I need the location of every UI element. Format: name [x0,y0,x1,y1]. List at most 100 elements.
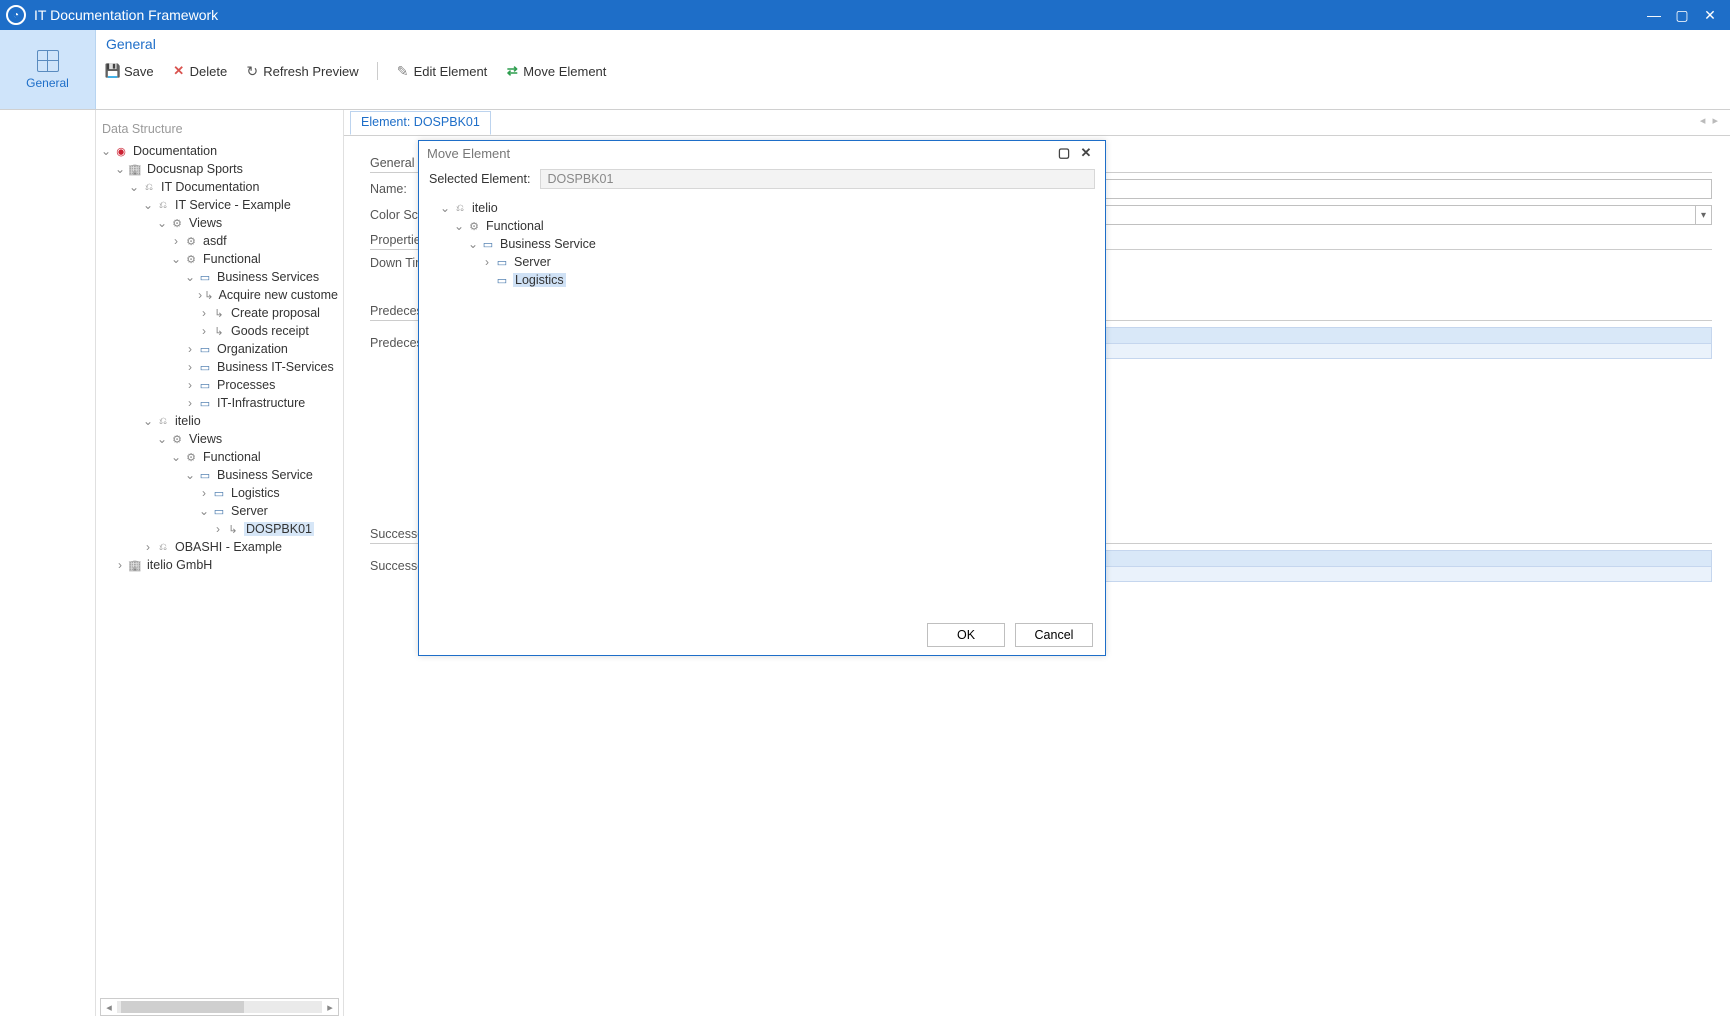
main-area: Data Structure ◉ Documentation Docusnap … [0,110,1730,1016]
expand-icon[interactable] [170,450,182,464]
element-icon [495,256,509,268]
tab-element[interactable]: Element: DOSPBK01 [350,111,491,135]
expand-icon[interactable] [184,270,196,284]
tree-node-functional-2[interactable]: Functional [100,448,339,466]
tree-node-dospbk01[interactable]: DOSPBK01 [100,520,339,538]
expand-icon[interactable] [184,342,196,356]
scroll-track[interactable] [117,1001,322,1013]
expand-icon[interactable] [198,306,210,320]
tree-node-itelio-gmbh[interactable]: itelio GmbH [100,556,339,574]
expand-icon[interactable] [198,486,210,500]
expand-icon[interactable] [114,558,126,572]
tree-node-business-services[interactable]: Business Services [100,268,339,286]
app-title: IT Documentation Framework [34,7,218,23]
move-element-button[interactable]: ⇄ Move Element [505,64,606,79]
expand-icon[interactable] [142,414,154,428]
dialog-target-tree[interactable]: itelio Functional Business Service Serve… [419,193,1105,615]
refresh-label: Refresh Preview [263,64,358,79]
window-minimize-button[interactable]: — [1640,0,1668,30]
expand-icon[interactable] [481,255,493,269]
save-button[interactable]: Save [106,64,154,79]
dialog-cancel-button[interactable]: Cancel [1015,623,1093,647]
expand-icon[interactable] [170,234,182,248]
expand-icon[interactable] [453,219,465,233]
window-close-button[interactable]: ✕ [1696,0,1724,30]
tree-node-asdf[interactable]: asdf [100,232,339,250]
dialog-close-button[interactable]: ✕ [1075,145,1097,161]
tree-node-goods-receipt[interactable]: Goods receipt [100,322,339,340]
group-icon [198,469,212,481]
tree-horizontal-scrollbar[interactable]: ◂ ▸ [100,998,339,1016]
tree-node-it-service-example[interactable]: IT Service - Example [100,196,339,214]
dialog-selected-row: Selected Element: DOSPBK01 [419,165,1105,193]
expand-icon[interactable] [212,522,224,536]
delete-icon: ✕ [172,64,186,78]
process-icon [212,307,226,319]
data-structure-tree[interactable]: ◉ Documentation Docusnap Sports IT Docum… [100,142,339,994]
tree-node-processes[interactable]: Processes [100,376,339,394]
expand-icon[interactable] [114,162,126,176]
tree-node-views[interactable]: Views [100,214,339,232]
tree-node-itelio[interactable]: itelio [100,412,339,430]
group-icon [198,343,212,355]
scroll-thumb[interactable] [121,1001,244,1013]
expand-icon[interactable] [128,180,140,194]
expand-icon[interactable] [156,216,168,230]
tree-node-logistics[interactable]: Logistics [100,484,339,502]
tree-node-obashi[interactable]: OBASHI - Example [100,538,339,556]
process-icon [212,325,226,337]
dialog-node-server[interactable]: Server [439,253,1095,271]
refresh-preview-button[interactable]: Refresh Preview [245,64,358,79]
expand-icon[interactable] [184,468,196,482]
tree-node-acquire[interactable]: Acquire new custome [100,286,339,304]
window-maximize-button[interactable]: ▢ [1668,0,1696,30]
tree-node-business-it-services[interactable]: Business IT-Services [100,358,339,376]
expand-icon[interactable] [142,198,154,212]
expand-icon[interactable] [156,432,168,446]
element-icon [226,523,240,535]
tree-node-functional[interactable]: Functional [100,250,339,268]
expand-icon[interactable] [142,540,154,554]
delete-button[interactable]: ✕ Delete [172,64,228,79]
tree-label: Business IT-Services [216,360,335,374]
dialog-maximize-button[interactable]: ▢ [1053,145,1075,161]
tree-node-business-service[interactable]: Business Service [100,466,339,484]
edit-element-button[interactable]: Edit Element [396,64,488,79]
expand-icon[interactable] [198,504,210,518]
tree-label: itelio [174,414,202,428]
dialog-node-business-service[interactable]: Business Service [439,235,1095,253]
dialog-ok-button[interactable]: OK [927,623,1005,647]
expand-icon[interactable] [198,288,202,302]
expand-icon[interactable] [198,324,210,338]
expand-icon[interactable] [184,360,196,374]
dialog-node-itelio[interactable]: itelio [439,199,1095,217]
ribbon-tab-general[interactable]: General [106,36,1720,52]
expand-icon[interactable] [184,378,196,392]
dialog-node-logistics[interactable]: Logistics [439,271,1095,289]
save-label: Save [124,64,154,79]
tree-node-docusnap-sports[interactable]: Docusnap Sports [100,160,339,178]
dropdown-icon[interactable]: ▾ [1696,205,1712,225]
tree-node-documentation[interactable]: ◉ Documentation [100,142,339,160]
ribbon-side-tab[interactable]: General [0,30,96,109]
tree-label: Documentation [132,144,218,158]
tree-node-it-documentation[interactable]: IT Documentation [100,178,339,196]
expand-icon[interactable] [184,396,196,410]
dialog-node-functional[interactable]: Functional [439,217,1095,235]
tree-node-create-proposal[interactable]: Create proposal [100,304,339,322]
group-icon [481,238,495,250]
expand-icon[interactable] [467,237,479,251]
refresh-icon [245,64,259,78]
tree-label: itelio GmbH [146,558,213,572]
tab-nav-arrows[interactable]: ◂ ▸ [1700,114,1720,127]
scroll-left-button[interactable]: ◂ [101,1001,117,1014]
tree-node-organization[interactable]: Organization [100,340,339,358]
tree-node-server[interactable]: Server [100,502,339,520]
ribbon: General General Save ✕ Delete Refresh Pr… [0,30,1730,110]
tree-node-views-2[interactable]: Views [100,430,339,448]
expand-icon[interactable] [100,144,112,158]
expand-icon[interactable] [170,252,182,266]
scroll-right-button[interactable]: ▸ [322,1001,338,1014]
tree-node-it-infrastructure[interactable]: IT-Infrastructure [100,394,339,412]
expand-icon[interactable] [439,201,451,215]
